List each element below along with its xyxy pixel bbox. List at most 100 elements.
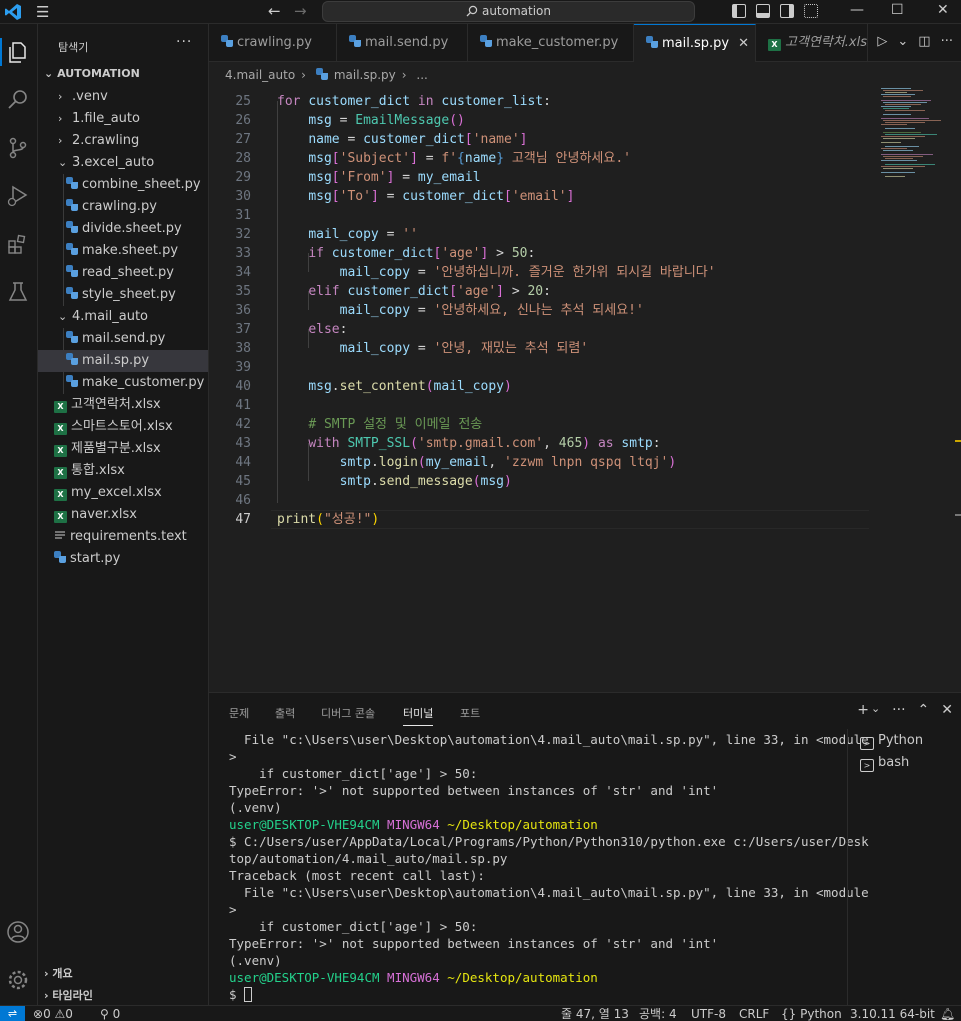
editor-scrollbar[interactable] [954,88,961,692]
tree-item[interactable]: X 스마트스토어.xlsx [38,416,208,438]
string-literal: '' [402,227,418,242]
tree-item[interactable]: make.sheet.py [38,240,208,262]
tab-mail-send[interactable]: mail.send.py [337,24,468,62]
maximize-icon[interactable]: ☐ [891,2,904,18]
minimap-line [881,100,931,101]
tree-item[interactable]: X 고객연락처.xlsx [38,394,208,416]
terminal-line: TypeError: '>' not supported between ins… [229,783,719,798]
extensions-icon[interactable] [4,230,32,258]
more-actions-icon[interactable]: ··· [176,34,192,50]
tab-debug-console[interactable]: 디버그 콘솔 [321,705,375,721]
breadcrumb-more[interactable]: ... [416,68,427,82]
run-dropdown-chevron-icon[interactable]: ⌄ [897,34,908,49]
notifications-bell-icon[interactable]: 🔔︎ [940,1006,955,1021]
tree-item[interactable]: start.py [38,548,208,570]
line-number: 26 [235,113,251,128]
customize-layout-icon[interactable] [804,4,818,18]
tree-item-label: make_customer.py [82,375,205,390]
tab-crawling[interactable]: crawling.py [209,24,337,62]
tab-make-customer[interactable]: make_customer.py [468,24,634,62]
minimap-line [883,132,921,133]
minimize-icon[interactable]: — [850,2,864,18]
testing-icon[interactable] [4,278,32,306]
outline-section[interactable]: › 개요 [44,965,73,981]
close-window-icon[interactable]: ✕ [937,2,949,18]
layout-controls [732,4,818,18]
manage-gear-icon[interactable] [4,966,32,994]
cursor-position[interactable]: 줄 47, 열 13 [561,1006,629,1021]
tree-item[interactable]: Xnaver.xlsx [38,504,208,526]
more-actions-icon[interactable]: ··· [941,34,953,49]
tree-item[interactable]: › 2.crawling [38,130,208,152]
code-editor[interactable]: 25 for customer_dict in customer_list: 26… [209,88,961,692]
workspace-root[interactable]: ⌄ AUTOMATION [44,67,140,80]
tree-item[interactable]: ⌄ 4.mail_auto [38,306,208,328]
command-center-search[interactable]: automation [322,1,695,22]
tree-item[interactable]: divide.sheet.py [38,218,208,240]
tab-terminal[interactable]: 터미널 [403,705,434,726]
warning-icon: ⚠ [54,1007,66,1021]
tree-item[interactable]: make_customer.py [38,372,208,394]
close-tab-icon[interactable]: ✕ [738,25,749,62]
source-control-icon[interactable] [4,134,32,162]
terminal-item-python[interactable]: > Python [860,731,923,751]
tree-item[interactable]: combine_sheet.py [38,174,208,196]
line-number: 36 [235,303,251,318]
menu-icon[interactable]: ☰ [36,3,49,21]
tab-ports[interactable]: 포트 [460,705,480,721]
tree-item[interactable]: requirements.text [38,526,208,548]
toggle-panel-icon[interactable] [756,4,770,18]
run-debug-icon[interactable] [4,182,32,210]
tree-item-label: mail.send.py [82,331,166,346]
forward-arrow-icon[interactable]: → [294,2,307,20]
timeline-section[interactable]: › 타임라인 [44,987,93,1003]
tree-item[interactable]: mail.sp.py [38,350,208,372]
close-panel-icon[interactable]: ✕ [941,702,953,718]
tree-item[interactable]: X 통합.xlsx [38,460,208,482]
terminal-input-line[interactable]: $ [229,986,253,1003]
tab-problems[interactable]: 문제 [229,705,249,721]
language-mode[interactable]: {} Python [781,1006,842,1021]
tree-item[interactable]: X 제품별구분.xlsx [38,438,208,460]
run-icon[interactable]: ▷ [877,34,887,49]
terminal-dropdown-chevron-icon[interactable]: ⌄ [871,702,880,718]
search-view-icon[interactable] [4,86,32,114]
ports-status[interactable]: ⚲ 0 [100,1006,120,1021]
encoding[interactable]: UTF-8 [691,1006,726,1021]
terminal-item-bash[interactable]: > bash [860,753,909,773]
minimap-line [883,114,911,115]
new-terminal-icon[interactable]: + [857,702,869,718]
end-of-line[interactable]: CRLF [739,1006,769,1021]
breadcrumb-folder[interactable]: 4.mail_auto [225,68,295,82]
split-editor-icon[interactable]: ◫ [918,34,930,49]
maximize-panel-chevron-icon[interactable]: ⌃ [918,702,930,718]
more-actions-icon[interactable]: ··· [892,702,905,718]
python-interpreter[interactable]: 3.10.11 64-bit [850,1006,935,1021]
vscode-logo-icon[interactable] [4,3,22,21]
tree-item[interactable]: Xmy_excel.xlsx [38,482,208,504]
tree-item[interactable]: read_sheet.py [38,262,208,284]
code-line-34: 34 mail_copy = '안녕하십니까. 즐거운 한가위 되시길 바랍니다… [209,263,889,282]
tree-item[interactable]: ⌄ 3.excel_auto [38,152,208,174]
line-number: 31 [235,208,251,223]
tree-item[interactable]: › .venv [38,86,208,108]
toggle-primary-sidebar-icon[interactable] [732,4,746,18]
tab-mail-sp[interactable]: mail.sp.py ✕ [634,24,756,62]
tree-item[interactable]: crawling.py [38,196,208,218]
tab-output[interactable]: 출력 [275,705,295,721]
breadcrumb-file[interactable]: mail.sp.py [334,68,396,82]
back-arrow-icon[interactable]: ← [268,2,281,20]
toggle-secondary-sidebar-icon[interactable] [780,4,794,18]
terminal-output[interactable]: File "c:\Users\user\Desktop\automation\4… [229,731,869,1006]
broadcast-icon: ⚲ [100,1007,109,1021]
explorer-icon[interactable] [0,38,32,66]
tree-item[interactable]: style_sheet.py [38,284,208,306]
tree-item[interactable]: mail.send.py [38,328,208,350]
remote-indicator-icon[interactable]: ⇌ [0,1006,25,1021]
indentation[interactable]: 공백: 4 [639,1006,677,1021]
accounts-icon[interactable] [4,918,32,946]
tree-item[interactable]: › 1.file_auto [38,108,208,130]
tab-customer-contacts[interactable]: X 고객연락처.xlsx [756,24,868,62]
minimap[interactable] [873,88,953,188]
problems-status[interactable]: ⊗0 ⚠0 [33,1006,73,1021]
